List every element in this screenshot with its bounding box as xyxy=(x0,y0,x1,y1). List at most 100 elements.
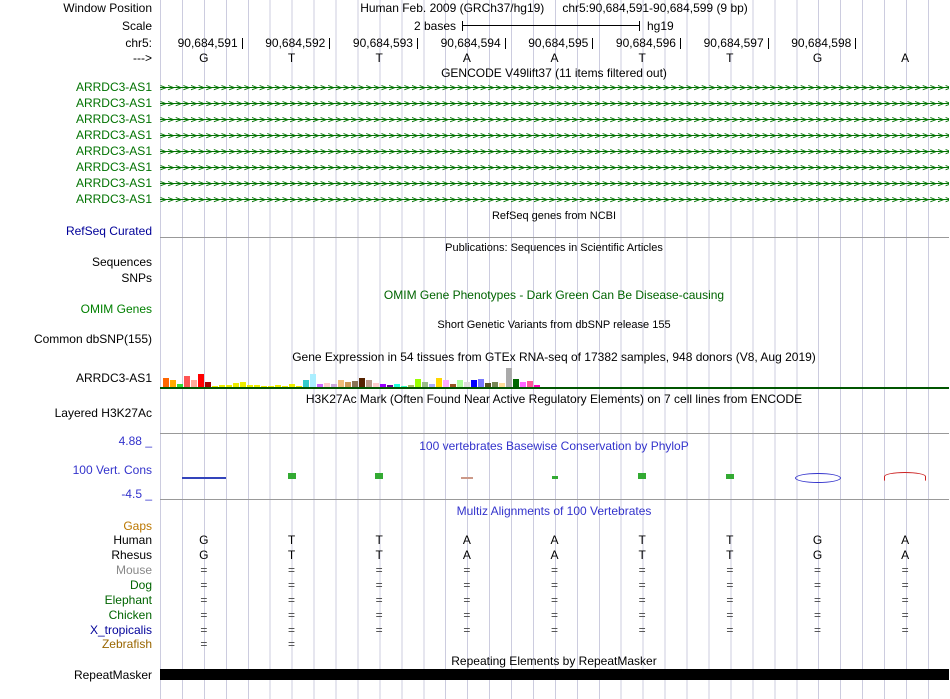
gtex-gene-label[interactable]: ARRDC3-AS1 xyxy=(0,371,152,386)
base-letter-row: ---> G T T A A T T G A xyxy=(0,51,950,66)
gene-label[interactable]: ARRDC3-AS1 xyxy=(0,128,152,143)
alignment-base: A xyxy=(901,533,910,547)
dbsnp-label-row: Common dbSNP(155) xyxy=(0,332,950,347)
omim-title[interactable]: OMIM Gene Phenotypes - Dark Green Can Be… xyxy=(160,288,948,303)
alignment-base: = xyxy=(901,608,909,622)
repeatmasker-bar[interactable] xyxy=(160,669,949,680)
gtex-bar-chart[interactable] xyxy=(163,366,545,388)
gene-row[interactable]: ARRDC3-AS1 >>>>>>>>>>>>>>>>>>>>>>>>>>>>>>… xyxy=(0,144,950,159)
alignment-base: = xyxy=(813,563,821,577)
alignment-base: = xyxy=(463,608,471,622)
species-label[interactable]: Human xyxy=(0,533,152,548)
position-label: 90,684,598 xyxy=(791,36,852,50)
alignment-base: = xyxy=(200,608,208,622)
gene-row[interactable]: ARRDC3-AS1 >>>>>>>>>>>>>>>>>>>>>>>>>>>>>>… xyxy=(0,128,950,143)
h3k27ac-label-row: Layered H3K27Ac xyxy=(0,406,950,421)
alignment-base: = xyxy=(287,563,295,577)
gene-label[interactable]: ARRDC3-AS1 xyxy=(0,144,152,159)
gtex-bar xyxy=(198,374,204,388)
assembly-name: Human Feb. 2009 (GRCh37/hg19) xyxy=(360,1,545,15)
gaps-label[interactable]: Gaps xyxy=(0,519,152,534)
snps-label[interactable]: SNPs xyxy=(0,271,152,286)
gtex-title-row: Gene Expression in 54 tissues from GTEx … xyxy=(0,350,950,365)
species-label[interactable]: Dog xyxy=(0,578,152,593)
alignment-base: = xyxy=(375,563,383,577)
snps-row: SNPs xyxy=(0,271,950,286)
position-label: 90,684,594 xyxy=(440,36,501,50)
sequences-label[interactable]: Sequences xyxy=(0,255,152,270)
window-position-row: Window Position Human Feb. 2009 (GRCh37/… xyxy=(0,1,950,16)
position-label: 90,684,596 xyxy=(615,36,676,50)
position-tick xyxy=(504,38,506,49)
multiz-title[interactable]: Multiz Alignments of 100 Vertebrates xyxy=(160,504,948,519)
gene-label[interactable]: ARRDC3-AS1 xyxy=(0,192,152,207)
alignment-base: T xyxy=(287,548,296,562)
ucsc-genome-browser-tracks-image[interactable]: Window Position Human Feb. 2009 (GRCh37/… xyxy=(0,0,950,699)
gene-transcript-arrows: >>>>>>>>>>>>>>>>>>>>>>>>>>>>>>>>>>>>>>>>… xyxy=(160,144,949,159)
species-label[interactable]: X_tropicalis xyxy=(0,623,152,638)
gene-row[interactable]: ARRDC3-AS1 >>>>>>>>>>>>>>>>>>>>>>>>>>>>>>… xyxy=(0,192,950,207)
alignment-base: = xyxy=(726,593,734,607)
ruler-base: G xyxy=(812,51,823,65)
alignment-base: A xyxy=(901,548,910,562)
species-label[interactable]: Elephant xyxy=(0,593,152,608)
repeatmasker-title[interactable]: Repeating Elements by RepeatMasker xyxy=(160,654,948,669)
conservation-title[interactable]: 100 vertebrates Basewise Conservation by… xyxy=(160,439,948,454)
alignment-base: = xyxy=(463,593,471,607)
publications-title[interactable]: Publications: Sequences in Scientific Ar… xyxy=(160,241,948,256)
assembly-position-title: Human Feb. 2009 (GRCh37/hg19) chr5:90,684… xyxy=(160,1,948,16)
gene-row[interactable]: ARRDC3-AS1 >>>>>>>>>>>>>>>>>>>>>>>>>>>>>>… xyxy=(0,80,950,95)
conservation-wiggle[interactable] xyxy=(0,459,950,483)
alignment-row-elephant: Elephant = = = = = = = = = xyxy=(0,593,950,608)
window-position-label: Window Position xyxy=(63,1,152,15)
position-tick xyxy=(680,38,681,49)
gene-row[interactable]: ARRDC3-AS1 >>>>>>>>>>>>>>>>>>>>>>>>>>>>>>… xyxy=(0,176,950,191)
gene-label[interactable]: ARRDC3-AS1 xyxy=(0,96,152,111)
gencode-title[interactable]: GENCODE V49lift37 (11 items filtered out… xyxy=(160,66,948,81)
alignment-base: T xyxy=(375,533,383,547)
alignment-base: = xyxy=(200,593,208,607)
repeatmasker-label[interactable]: RepeatMasker xyxy=(0,668,152,683)
alignment-base: T xyxy=(287,533,296,547)
dbsnp-title[interactable]: Short Genetic Variants from dbSNP releas… xyxy=(160,318,948,333)
omim-genes-label[interactable]: OMIM Genes xyxy=(0,302,152,317)
species-label[interactable]: Mouse xyxy=(0,563,152,578)
alignment-base: = xyxy=(200,623,208,637)
species-label[interactable]: Chicken xyxy=(0,608,152,623)
alignment-base: = xyxy=(200,563,208,577)
species-label[interactable]: Rhesus xyxy=(0,548,152,563)
h3k27ac-title[interactable]: H3K27Ac Mark (Often Found Near Active Re… xyxy=(160,392,948,407)
refseq-title[interactable]: RefSeq genes from NCBI xyxy=(160,209,948,224)
alignment-base: = xyxy=(463,563,471,577)
alignment-base: A xyxy=(550,533,559,547)
chrom-label: chr5: xyxy=(125,36,152,50)
gene-row[interactable]: ARRDC3-AS1 >>>>>>>>>>>>>>>>>>>>>>>>>>>>>>… xyxy=(0,112,950,127)
gene-label[interactable]: ARRDC3-AS1 xyxy=(0,112,152,127)
gene-row[interactable]: ARRDC3-AS1 >>>>>>>>>>>>>>>>>>>>>>>>>>>>>>… xyxy=(0,96,950,111)
alignment-row-mouse: Mouse = = = = = = = = = xyxy=(0,563,950,578)
alignment-base: = xyxy=(200,578,208,592)
layered-h3k27ac-label[interactable]: Layered H3K27Ac xyxy=(0,406,152,421)
gtex-title[interactable]: Gene Expression in 54 tissues from GTEx … xyxy=(160,350,948,365)
alignment-base: = xyxy=(375,623,383,637)
alignment-base: = xyxy=(550,563,558,577)
alignment-base: = xyxy=(813,623,821,637)
gencode-title-row: GENCODE V49lift37 (11 items filtered out… xyxy=(0,66,950,81)
refseq-curated-label[interactable]: RefSeq Curated xyxy=(0,224,152,239)
gene-label[interactable]: ARRDC3-AS1 xyxy=(0,176,152,191)
alignment-base: = xyxy=(901,563,909,577)
alignment-base: = xyxy=(375,608,383,622)
position-tick xyxy=(592,38,594,49)
ruler-base: T xyxy=(375,51,383,65)
ruler-base: T xyxy=(638,51,646,65)
gene-label[interactable]: ARRDC3-AS1 xyxy=(0,80,152,95)
alignment-base: A xyxy=(462,548,471,562)
gene-transcript-arrows: >>>>>>>>>>>>>>>>>>>>>>>>>>>>>>>>>>>>>>>>… xyxy=(160,80,949,95)
alignment-base: = xyxy=(726,608,734,622)
gene-label[interactable]: ARRDC3-AS1 xyxy=(0,160,152,175)
alignment-row-chicken: Chicken = = = = = = = = = xyxy=(0,608,950,623)
gene-row[interactable]: ARRDC3-AS1 >>>>>>>>>>>>>>>>>>>>>>>>>>>>>>… xyxy=(0,160,950,175)
common-dbsnp-label[interactable]: Common dbSNP(155) xyxy=(0,332,152,347)
alignment-base: G xyxy=(812,533,823,547)
species-label[interactable]: Zebrafish xyxy=(0,637,152,652)
